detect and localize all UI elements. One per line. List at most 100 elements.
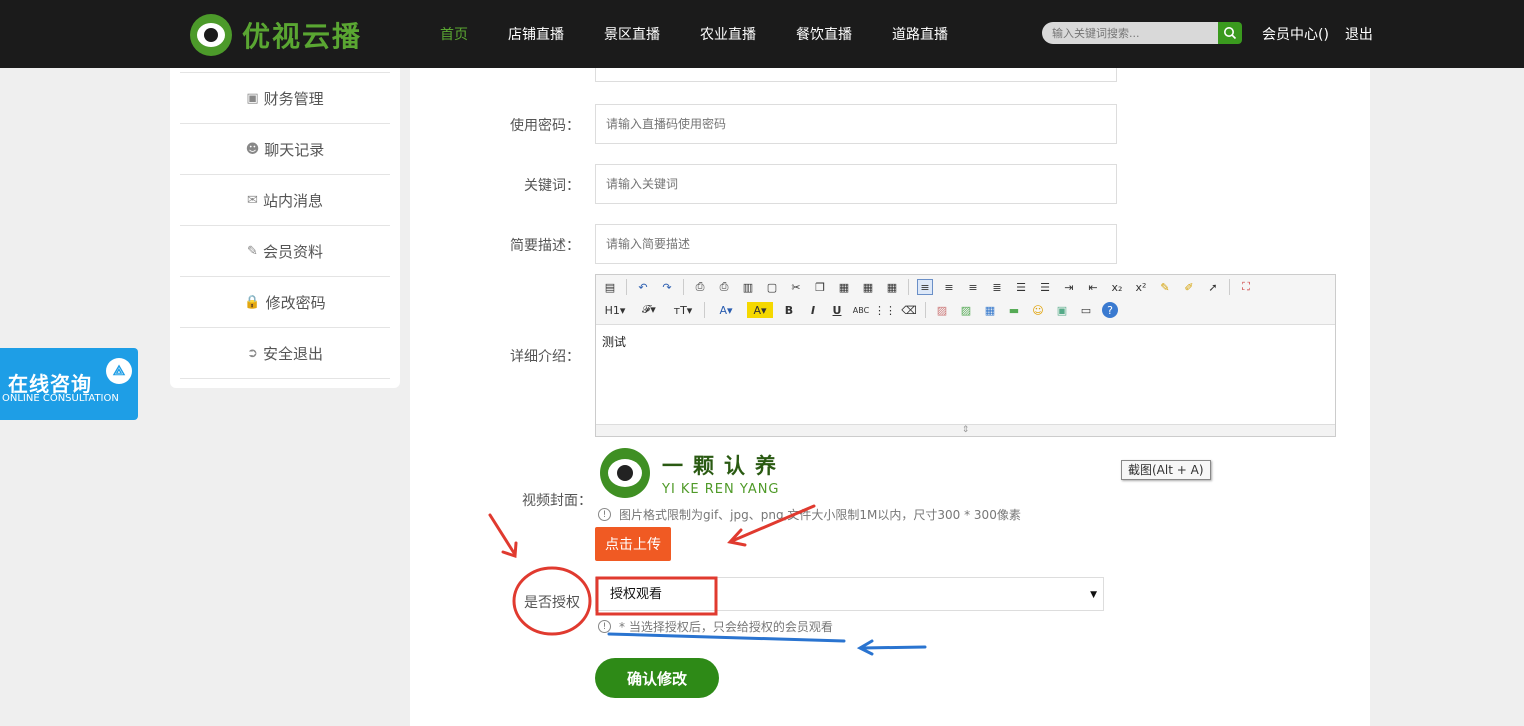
sidebar-item-profile[interactable]: ✎ 会员资料 (180, 226, 390, 277)
editor-resize-handle[interactable]: ⇕ (596, 424, 1335, 436)
divider (683, 279, 684, 295)
nav-home[interactable]: 首页 (440, 24, 468, 44)
editor-content[interactable]: 测试 (602, 333, 626, 350)
source-icon[interactable]: ▤ (602, 279, 618, 295)
undo-icon[interactable]: ↶ (635, 279, 651, 295)
clear-format-icon[interactable]: ✎ (1157, 279, 1173, 295)
bold-icon[interactable]: B (781, 302, 797, 318)
auth-select[interactable]: 授权观看 ▼ (595, 577, 1104, 611)
sidebar-item-label: 站内消息 (262, 191, 323, 210)
cover-image: 一颗认养 YI KE REN YANG (600, 448, 786, 498)
preview-icon[interactable]: ⎙ (692, 279, 708, 295)
help-icon[interactable]: ? (1102, 302, 1118, 318)
divider (1229, 279, 1230, 295)
sidebar-item-label: 聊天记录 (264, 140, 325, 159)
pagebreak-icon[interactable]: ▭ (1078, 302, 1094, 318)
align-right-icon[interactable]: ≡ (965, 279, 981, 295)
money-icon: ▣ (246, 90, 259, 106)
superscript-icon[interactable]: x² (1133, 279, 1149, 295)
ordered-list-icon[interactable]: ☰ (1013, 279, 1029, 295)
divider (908, 279, 909, 295)
sidebar-item-signout[interactable]: ➲ 安全退出 (180, 328, 390, 379)
eraser-icon[interactable]: ⌫ (901, 302, 917, 318)
signout-icon: ➲ (247, 345, 258, 361)
site-logo[interactable]: 优视云播 (190, 14, 362, 56)
indent-icon[interactable]: ⇥ (1061, 279, 1077, 295)
nav-road-live[interactable]: 道路直播 (892, 24, 948, 44)
print-icon[interactable]: ⎙ (716, 279, 732, 295)
sidebar-item-messages[interactable]: ✉ 站内消息 (180, 175, 390, 226)
copy-icon[interactable]: ❐ (812, 279, 828, 295)
password-field[interactable] (595, 104, 1117, 144)
consult-subtitle: ONLINE CONSULTATION (2, 393, 119, 404)
sidebar-item-finance[interactable]: ▣ 财务管理 (180, 73, 390, 124)
logo-text: 优视云播 (242, 20, 363, 53)
keywords-field[interactable] (595, 164, 1117, 204)
align-justify-icon[interactable]: ≣ (989, 279, 1005, 295)
font-family-icon[interactable]: 𝓕▾ (636, 302, 662, 318)
detail-label: 详细介绍： (510, 349, 580, 365)
nav-scenic-live[interactable]: 景区直播 (604, 24, 660, 44)
cover-label: 视频封面： (522, 493, 592, 509)
envelope-icon: ✉ (247, 192, 258, 208)
unordered-list-icon[interactable]: ☰ (1037, 279, 1053, 295)
pointer-icon[interactable]: ➚ (1205, 279, 1221, 295)
user-links: 会员中心() 退出 (1262, 24, 1389, 44)
auth-hint-text: * 当选择授权后，只会给授权的会员观看 (619, 620, 833, 634)
redo-icon[interactable]: ↷ (659, 279, 675, 295)
nav-food-live[interactable]: 餐饮直播 (796, 24, 852, 44)
divider (704, 302, 705, 318)
underline-icon[interactable]: U (829, 302, 845, 318)
auth-hint: ! * 当选择授权后，只会给授权的会员观看 (598, 618, 833, 635)
cover-hint-text: 图片格式限制为gif、jpg、png,文件大小限制1M以内，尺寸300 * 30… (619, 508, 1021, 522)
hr-icon[interactable]: ▬ (1006, 302, 1022, 318)
sidebar-item-label: 会员资料 (262, 242, 323, 261)
nav-shop-live[interactable]: 店铺直播 (508, 24, 564, 44)
code-icon[interactable]: ▢ (764, 279, 780, 295)
outdent-icon[interactable]: ⇤ (1085, 279, 1101, 295)
caret-down-icon: ▼ (1090, 590, 1097, 600)
italic-icon[interactable]: I (805, 302, 821, 318)
font-size-icon[interactable]: тT▾ (670, 302, 696, 318)
template-icon[interactable]: ▥ (740, 279, 756, 295)
paste-word-icon[interactable]: ▦ (884, 279, 900, 295)
table-icon[interactable]: ▦ (982, 302, 998, 318)
submit-button[interactable]: 确认修改 (595, 658, 719, 698)
search-box (1042, 22, 1242, 44)
auth-select-value: 授权观看 (610, 587, 663, 602)
online-consult-widget[interactable]: 在线咨询 ONLINE CONSULTATION ⟁ (0, 348, 138, 420)
paste-icon[interactable]: ▦ (836, 279, 852, 295)
strikethrough-icon[interactable]: ABC (853, 302, 869, 318)
fullscreen-icon[interactable]: ⛶ (1238, 279, 1254, 295)
emoticon-icon[interactable]: ☺ (1030, 302, 1046, 318)
top-navbar: 优视云播 首页 店铺直播 景区直播 农业直播 餐饮直播 道路直播 会员中心() … (0, 0, 1524, 68)
search-icon (1224, 27, 1237, 40)
toolbar-row-2: H1▾ 𝓕▾ тT▾ A▾ A▾ B I U ABC ⋮⋮ ⌫ ▨ ▨ ▦ ▬ … (602, 302, 1126, 318)
sidebar-item-chat[interactable]: ☻ 聊天记录 (180, 124, 390, 175)
logout-link[interactable]: 退出 (1345, 24, 1373, 44)
subscript-icon[interactable]: x₂ (1109, 279, 1125, 295)
password-label: 使用密码： (510, 118, 580, 134)
heading-icon[interactable]: H1▾ (602, 302, 628, 318)
divider (925, 302, 926, 318)
line-height-icon[interactable]: ⋮⋮ (874, 302, 896, 318)
align-center-icon[interactable]: ≡ (941, 279, 957, 295)
highlight-icon[interactable]: A▾ (747, 302, 773, 318)
nav-agri-live[interactable]: 农业直播 (700, 24, 756, 44)
upload-button[interactable]: 点击上传 (595, 527, 671, 561)
image-icon[interactable]: ▨ (934, 302, 950, 318)
font-color-icon[interactable]: A▾ (713, 302, 739, 318)
search-button[interactable] (1218, 22, 1242, 44)
search-input[interactable] (1042, 22, 1218, 44)
summary-field[interactable] (595, 224, 1117, 264)
align-left-icon[interactable]: ≡ (917, 279, 933, 295)
media-icon[interactable]: ▣ (1054, 302, 1070, 318)
multi-image-icon[interactable]: ▨ (958, 302, 974, 318)
edit-icon: ✎ (247, 243, 258, 259)
paste-text-icon[interactable]: ▦ (860, 279, 876, 295)
select-all-icon[interactable]: ✐ (1181, 279, 1197, 295)
member-center-link[interactable]: 会员中心() (1262, 24, 1329, 44)
cut-icon[interactable]: ✂ (788, 279, 804, 295)
sidebar-item-password[interactable]: 🔒 修改密码 (180, 277, 390, 328)
sidebar-item-label: 安全退出 (262, 344, 323, 363)
